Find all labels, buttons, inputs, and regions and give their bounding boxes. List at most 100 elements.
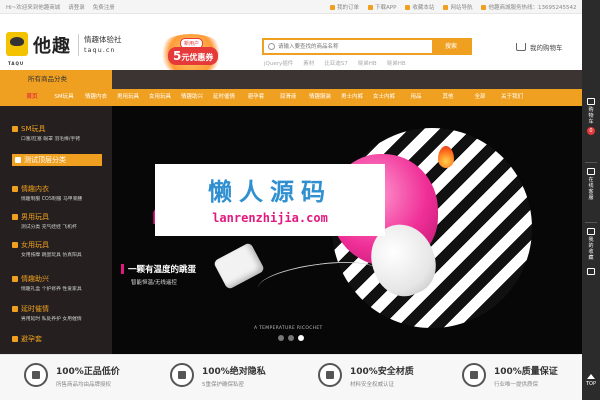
category-title: 情趣内衣 (21, 185, 49, 193)
guarantee-sub: 材料安全权威认证 (350, 382, 395, 388)
carousel-dot-active[interactable] (298, 335, 304, 341)
category-subs[interactable]: 口塞/肛塞 眼罩 羽毛棒/手铐 (21, 135, 110, 142)
category-nav: 首页 SM玩具 情趣内衣 男用玩具 女用玩具 情趣助兴 延时催情 避孕套 润滑液… (0, 89, 582, 106)
nav-item[interactable]: 情趣助兴 (176, 89, 208, 106)
guarantee-title: 100%绝对隐私 (202, 367, 266, 377)
nav-item[interactable]: 情趣内衣 (80, 89, 112, 106)
site-nav-link[interactable]: 网站导航 (443, 3, 472, 11)
logo-divider (78, 34, 79, 56)
category-item[interactable]: 情趣助兴 情趣礼盒 个护修养 性爱家具 (12, 274, 110, 292)
sidebar-divider (585, 162, 597, 163)
category-item[interactable]: 延时催情 男用延时 私处养护 女用催情 (12, 304, 110, 322)
category-icon (12, 186, 18, 192)
category-title: 男用玩具 (21, 213, 49, 221)
back-to-top[interactable]: TOP (582, 374, 600, 387)
banner-en-caption: A TEMPERATURE RICOCHET (254, 326, 323, 331)
phone-icon (368, 4, 374, 10)
guarantee-item: 100%安全材质 材料安全权威认证 (318, 363, 458, 393)
search-button[interactable]: 搜索 (432, 40, 470, 53)
nav-item-home[interactable]: 首页 (16, 89, 48, 106)
register-link[interactable]: 免费注册 (93, 3, 115, 11)
sidebar-collect[interactable]: 我的收藏 (582, 228, 600, 261)
logo-text[interactable]: 他趣 (33, 32, 71, 58)
category-item[interactable]: 情趣内衣 情趣制服 COS制服 马甲束腰 (12, 184, 110, 202)
nav-item[interactable]: 其他 (432, 89, 464, 106)
carousel-dots (278, 335, 304, 341)
nav-item[interactable]: 女用玩具 (144, 89, 176, 106)
cart-count-badge: 0 (587, 127, 595, 135)
category-title: 情趣助兴 (21, 275, 49, 283)
logo-icon[interactable] (6, 32, 28, 56)
carousel-dot[interactable] (288, 335, 294, 341)
category-item[interactable]: 测试顶层分类 (12, 154, 110, 166)
nav-item[interactable]: 润滑液 (272, 89, 304, 106)
hot-word[interactable]: 晓弟HB (358, 59, 377, 67)
carousel-dot[interactable] (278, 335, 284, 341)
top-bar: Hi~欢迎来到他趣商城 请登录 免费注册 我的订单 下载APP 收藏本站 网站导… (0, 0, 600, 14)
download-app-link[interactable]: 下载APP (368, 3, 396, 11)
nav-item[interactable]: 延时催情 (208, 89, 240, 106)
all-categories-button[interactable]: 所有商品分类 (0, 70, 112, 89)
nav-item[interactable]: 用品 (400, 89, 432, 106)
sidebar-yen[interactable] (582, 268, 600, 277)
nav-item[interactable]: 避孕套 (240, 89, 272, 106)
bookmark-link[interactable]: 收藏本站 (405, 3, 434, 11)
search-input[interactable] (278, 42, 428, 52)
nav-item[interactable]: 女士内裤 (368, 89, 400, 106)
category-item[interactable]: SM玩具 口塞/肛塞 眼罩 羽毛棒/手铐 (12, 124, 110, 142)
coupon-main: 5元优惠券 (168, 47, 219, 65)
nav-item[interactable]: 情趣服装 (304, 89, 336, 106)
category-subs[interactable]: 情趣礼盒 个护修养 性爱家具 (21, 285, 110, 292)
category-item[interactable]: 避孕套 (12, 334, 110, 344)
category-item[interactable]: 女用玩具 女用按摩 跳蛋玩具 仿真阳具 (12, 240, 110, 258)
header: TAQU 他趣 情趣体验社 taqu.cn 新用户 5元优惠券 搜索 jQuer… (0, 14, 600, 74)
page: Hi~欢迎来到他趣商城 请登录 免费注册 我的订单 下载APP 收藏本站 网站导… (0, 0, 600, 400)
arrow-up-icon (587, 374, 595, 379)
guarantee-item: 100%绝对隐私 5重保护确保私密 (170, 363, 310, 393)
main-nav: 所有商品分类 (0, 70, 582, 89)
guarantee-sub: 行业唯一提供质保 (494, 382, 539, 388)
category-icon (12, 214, 18, 220)
sidebar-cart-label: 购物车 (588, 107, 594, 125)
category-panel: SM玩具 口塞/肛塞 眼罩 羽毛棒/手铐 测试顶层分类 情趣内衣 情趣制服 CO… (0, 106, 112, 354)
category-title: 避孕套 (21, 335, 42, 343)
hot-word[interactable]: 素材 (303, 59, 314, 67)
category-icon (12, 336, 18, 342)
watermark-en: lanrenzhijia.com (212, 211, 328, 225)
category-item[interactable]: 男用玩具 测试分类 充气娃娃 飞机杯 (12, 212, 110, 230)
nav-item[interactable]: 男用玩具 (112, 89, 144, 106)
my-orders-link[interactable]: 我的订单 (330, 3, 359, 11)
category-subs[interactable]: 测试分类 充气娃娃 飞机杯 (21, 223, 110, 230)
guarantee-sub: 所售商品均由品牌授权 (56, 382, 112, 388)
category-icon (12, 126, 18, 132)
nav-item[interactable]: 关于我们 (496, 89, 528, 106)
category-icon (12, 306, 18, 312)
guarantee-item: 100%正品低价 所售商品均由品牌授权 (24, 363, 164, 393)
logo-slogan: 情趣体验社 (84, 35, 122, 44)
login-link[interactable]: 请登录 (68, 3, 85, 11)
category-subs[interactable]: 男用延时 私处养护 女用催情 (21, 315, 110, 322)
nav-item[interactable]: SM玩具 (48, 89, 80, 106)
guarantee-item: 100%质量保证 行业唯一提供质保 (462, 363, 600, 393)
sidebar-service-label: 在线客服 (588, 177, 594, 201)
guarantee-title: 100%正品低价 (56, 367, 120, 377)
category-icon (12, 242, 18, 248)
umbrella-icon (318, 363, 342, 387)
sidebar-cart[interactable]: 购物车 0 (582, 98, 600, 137)
cart-button[interactable]: 我的购物车 (516, 42, 563, 52)
category-title: 女用玩具 (21, 241, 49, 249)
nav-icon (443, 4, 449, 10)
scale-icon (24, 363, 48, 387)
nav-item[interactable]: 男士内裤 (336, 89, 368, 106)
nav-item[interactable]: 全部 (464, 89, 496, 106)
chat-icon (587, 168, 595, 175)
hot-word[interactable]: 比亚迪S7 (324, 59, 348, 67)
category-subs[interactable]: 女用按摩 跳蛋玩具 仿真阳具 (21, 251, 110, 258)
hot-word[interactable]: 晓弟HB (387, 59, 406, 67)
sidebar-service[interactable]: 在线客服 (582, 168, 600, 201)
category-icon (12, 276, 18, 282)
yen-icon (587, 268, 595, 275)
category-subs[interactable]: 情趣制服 COS制服 马甲束腰 (21, 195, 110, 202)
diamond-icon (462, 363, 486, 387)
hot-word[interactable]: jQuery插件 (264, 59, 293, 67)
